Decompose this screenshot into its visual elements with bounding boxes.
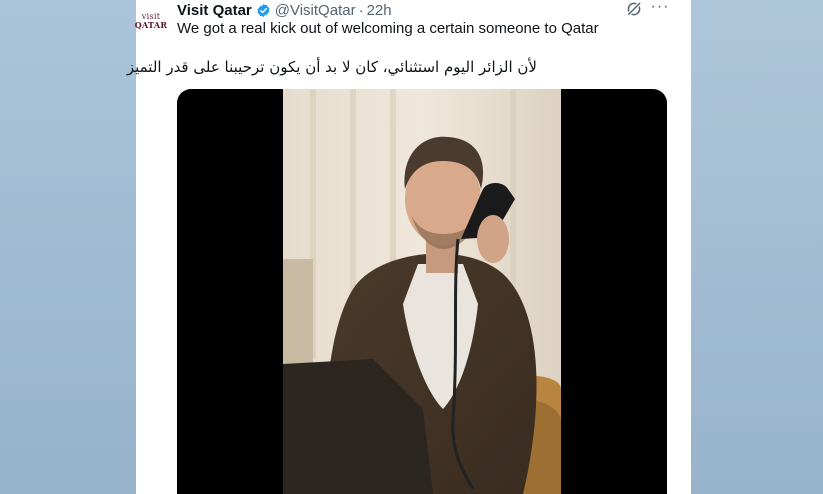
tweet-text-arabic: لأن الزائر اليوم استثنائي، كان لا بد أن …	[126, 58, 537, 76]
tweet-card[interactable]: visit QATAR Visit Qatar @VisitQatar · 22…	[126, 0, 691, 494]
display-name[interactable]: Visit Qatar	[177, 2, 252, 19]
video-player[interactable]	[177, 89, 667, 494]
grok-icon[interactable]	[625, 0, 643, 18]
tweet-header: Visit Qatar @VisitQatar · 22h	[177, 0, 392, 20]
avatar-text-qatar: QATAR	[134, 19, 168, 30]
user-handle[interactable]: @VisitQatar	[275, 2, 356, 19]
background-left	[0, 0, 136, 494]
verified-badge-icon	[257, 3, 270, 17]
tweet-text-english: We got a real kick out of welcoming a ce…	[177, 20, 599, 37]
more-options-icon[interactable]: ···	[650, 0, 670, 18]
separator-dot: ·	[358, 1, 364, 19]
video-frame	[283, 89, 561, 494]
timestamp[interactable]: 22h	[367, 2, 392, 19]
background-right	[691, 0, 823, 494]
avatar[interactable]: visit QATAR	[134, 6, 168, 36]
